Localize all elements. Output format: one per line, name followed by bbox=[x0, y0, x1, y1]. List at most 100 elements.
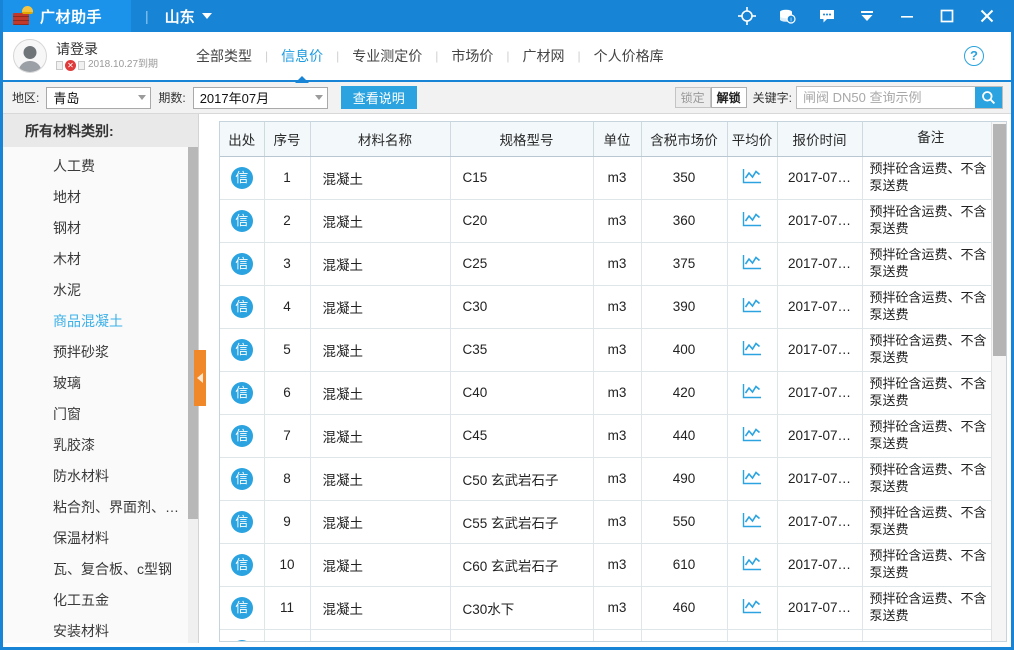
view-description-button[interactable]: 查看说明 bbox=[340, 86, 417, 109]
sidebar-item-adhesives[interactable]: 粘合剂、界面剂、… bbox=[3, 492, 198, 523]
sidebar-item-premixed-mortar[interactable]: 预拌砂浆 bbox=[3, 337, 198, 368]
cell-source: 信 bbox=[220, 242, 265, 286]
table-row[interactable]: 信 6 混凝土 C40 m3 420 2017-07… 预拌砼含运费、不含泵送费 bbox=[220, 371, 994, 415]
sidebar-item-labor[interactable]: 人工费 bbox=[3, 151, 198, 182]
column-header-time[interactable]: 报价时间 bbox=[777, 122, 863, 157]
source-badge-icon[interactable]: 信 bbox=[230, 295, 253, 318]
line-chart-icon[interactable] bbox=[742, 168, 762, 184]
column-header-material[interactable]: 材料名称 bbox=[310, 122, 451, 157]
column-header-index[interactable]: 序号 bbox=[264, 122, 311, 157]
source-badge-icon[interactable]: 信 bbox=[230, 596, 253, 619]
sidebar-scrollbar-thumb[interactable] bbox=[188, 147, 198, 519]
tab-all-types[interactable]: 全部类型 bbox=[183, 31, 265, 81]
magnifier-icon bbox=[982, 91, 996, 105]
sidebar-item-glass[interactable]: 玻璃 bbox=[3, 368, 198, 399]
table-row[interactable]: 信 4 混凝土 C30 m3 390 2017-07… 预拌砼含运费、不含泵送费 bbox=[220, 285, 994, 329]
search-input[interactable] bbox=[797, 87, 975, 108]
table-row[interactable]: 信 8 混凝土 C50 玄武岩石子 m3 490 2017-07… 预拌砼含运费、不含泵送费 bbox=[220, 457, 994, 501]
cell-price: 490 bbox=[641, 457, 728, 501]
source-badge-icon[interactable]: 信 bbox=[230, 381, 253, 404]
source-badge-icon[interactable]: 信 bbox=[230, 166, 253, 189]
sidebar-item-tiles-panels[interactable]: 瓦、复合板、c型钢 bbox=[3, 554, 198, 585]
source-badge-icon[interactable]: 信 bbox=[230, 639, 253, 641]
sidebar-item-local-material[interactable]: 地材 bbox=[3, 182, 198, 213]
line-chart-icon[interactable] bbox=[742, 254, 762, 270]
table-row[interactable]: 信 10 混凝土 C60 玄武岩石子 m3 610 2017-07… 预拌砼含运费、不含泵送费 bbox=[220, 543, 994, 587]
column-header-note[interactable]: 备注 bbox=[862, 122, 994, 157]
table-row[interactable]: 信 1 混凝土 C15 m3 350 2017-07… 预拌砼含运费、不含泵送费 bbox=[220, 156, 994, 200]
column-header-spec[interactable]: 规格型号 bbox=[450, 122, 594, 157]
tab-info-price[interactable]: 信息价 bbox=[268, 31, 336, 81]
cell-index: 1 bbox=[264, 156, 311, 200]
source-badge-icon[interactable]: 信 bbox=[230, 209, 253, 232]
sidebar-collapse-handle[interactable] bbox=[194, 350, 206, 406]
column-header-average[interactable]: 平均价 bbox=[727, 122, 778, 157]
source-badge-icon[interactable]: 信 bbox=[230, 252, 253, 275]
cell-price: 440 bbox=[641, 414, 728, 458]
sidebar-item-latex-paint[interactable]: 乳胶漆 bbox=[3, 430, 198, 461]
source-badge-icon[interactable]: 信 bbox=[230, 424, 253, 447]
line-chart-icon[interactable] bbox=[742, 512, 762, 528]
source-badge-icon[interactable]: 信 bbox=[230, 553, 253, 576]
line-chart-icon[interactable] bbox=[742, 469, 762, 485]
cell-spec: C55 玄武岩石子 bbox=[450, 500, 594, 544]
line-chart-icon[interactable] bbox=[742, 340, 762, 356]
cell-material: 混凝土 bbox=[310, 242, 451, 286]
category-sidebar: 所有材料类别: 人工费 地材 钢材 木材 水泥 商品混凝土 预拌砂浆 玻璃 门窗… bbox=[3, 114, 199, 643]
source-badge-icon[interactable]: 信 bbox=[230, 338, 253, 361]
table-row[interactable]: 信 7 混凝土 C45 m3 440 2017-07… 预拌砼含运费、不含泵送费 bbox=[220, 414, 994, 458]
table-row[interactable]: 信 11 混凝土 C30水下 m3 460 2017-07… 预拌砼含运费、不含泵送费 bbox=[220, 586, 994, 630]
line-chart-icon[interactable] bbox=[742, 598, 762, 614]
tab-professional-price[interactable]: 专业测定价 bbox=[339, 31, 435, 81]
sidebar-item-insulation-material[interactable]: 保温材料 bbox=[3, 523, 198, 554]
line-chart-icon[interactable] bbox=[742, 426, 762, 442]
region-switcher[interactable]: 山东 bbox=[165, 6, 212, 27]
source-badge-icon[interactable]: 信 bbox=[230, 467, 253, 490]
table-vertical-scrollbar[interactable] bbox=[991, 122, 1006, 641]
line-chart-icon[interactable] bbox=[742, 383, 762, 399]
close-icon[interactable] bbox=[967, 0, 1007, 32]
sidebar-item-steel[interactable]: 钢材 bbox=[3, 213, 198, 244]
table-row[interactable]: 信 2 混凝土 C20 m3 360 2017-07… 预拌砼含运费、不含泵送费 bbox=[220, 199, 994, 243]
maximize-icon[interactable] bbox=[927, 0, 967, 32]
unlock-button[interactable]: 解锁 bbox=[710, 87, 747, 108]
minimize-icon[interactable] bbox=[887, 0, 927, 32]
tab-market-price[interactable]: 市场价 bbox=[438, 31, 506, 81]
account-block[interactable]: 请登录 ✕ 2018.10.27到期 bbox=[3, 39, 183, 73]
cell-spec: C20 bbox=[450, 199, 594, 243]
table-row[interactable]: 信 12 预拌砼含运费、不含 bbox=[220, 629, 994, 641]
search-button[interactable] bbox=[975, 87, 1002, 108]
column-header-unit[interactable]: 单位 bbox=[593, 122, 642, 157]
collapse-down-icon[interactable] bbox=[847, 0, 887, 32]
lock-button[interactable]: 锁定 bbox=[674, 87, 711, 108]
source-badge-icon[interactable]: 信 bbox=[230, 510, 253, 533]
line-chart-icon[interactable] bbox=[742, 555, 762, 571]
period-select[interactable]: 2017年07月 bbox=[192, 86, 328, 109]
sidebar-item-doors-windows[interactable]: 门窗 bbox=[3, 399, 198, 430]
sidebar-item-chemical-hardware[interactable]: 化工五金 bbox=[3, 585, 198, 616]
table-row[interactable]: 信 3 混凝土 C25 m3 375 2017-07… 预拌砼含运费、不含泵送费 bbox=[220, 242, 994, 286]
message-icon[interactable] bbox=[807, 0, 847, 32]
brand-tab[interactable]: 广材助手 bbox=[3, 0, 131, 32]
cell-average bbox=[727, 543, 778, 587]
column-header-price[interactable]: 含税市场价 bbox=[641, 122, 728, 157]
line-chart-icon[interactable] bbox=[742, 211, 762, 227]
table-row[interactable]: 信 5 混凝土 C35 m3 400 2017-07… 预拌砼含运费、不含泵送费 bbox=[220, 328, 994, 372]
login-link[interactable]: 请登录 bbox=[56, 41, 98, 57]
cell-unit: m3 bbox=[593, 371, 642, 415]
sidebar-item-ready-mix-concrete[interactable]: 商品混凝土 bbox=[3, 306, 198, 337]
target-icon[interactable] bbox=[727, 0, 767, 32]
tab-personal-price-library[interactable]: 个人价格库 bbox=[581, 31, 677, 81]
help-question-icon[interactable]: ? bbox=[964, 46, 984, 66]
sidebar-item-wood[interactable]: 木材 bbox=[3, 244, 198, 275]
tab-guangcai-web[interactable]: 广材网 bbox=[510, 31, 578, 81]
sidebar-item-installation-material[interactable]: 安装材料 bbox=[3, 616, 198, 643]
region-select[interactable]: 青岛 bbox=[46, 86, 152, 109]
sidebar-item-cement[interactable]: 水泥 bbox=[3, 275, 198, 306]
line-chart-icon[interactable] bbox=[742, 297, 762, 313]
table-scrollbar-thumb[interactable] bbox=[993, 124, 1006, 356]
sidebar-item-waterproof-material[interactable]: 防水材料 bbox=[3, 461, 198, 492]
table-row[interactable]: 信 9 混凝土 C55 玄武岩石子 m3 550 2017-07… 预拌砼含运费、不含泵送费 bbox=[220, 500, 994, 544]
database-info-icon[interactable]: i bbox=[767, 0, 807, 32]
column-header-source[interactable]: 出处 bbox=[220, 122, 265, 157]
